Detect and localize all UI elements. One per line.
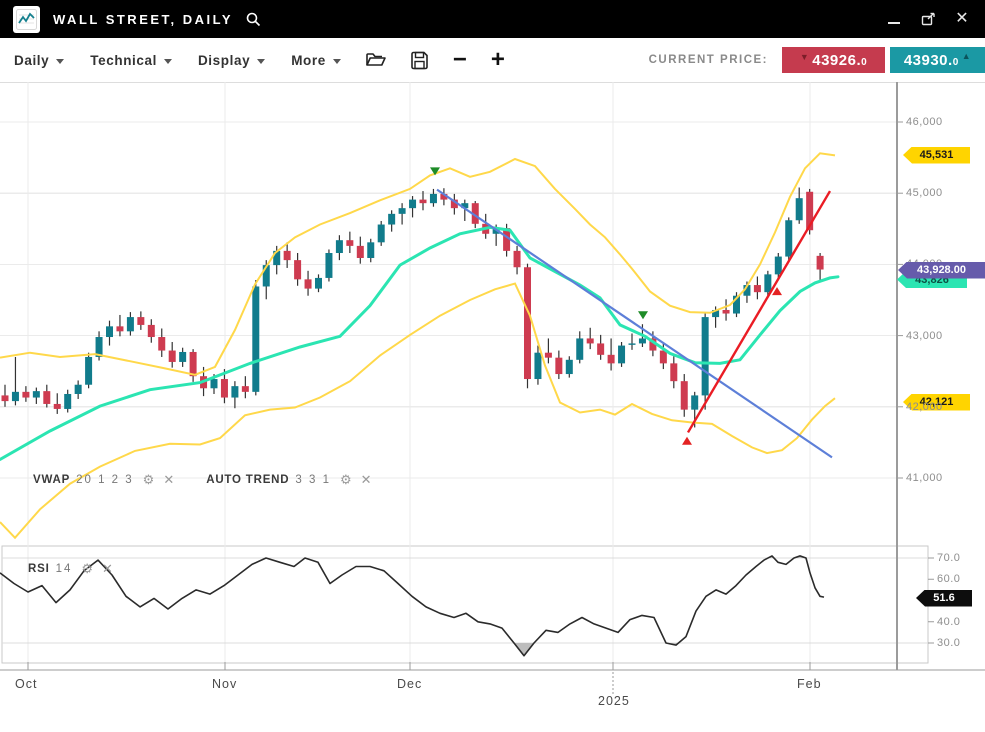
upper-band-price-tag: 45,531: [903, 147, 970, 164]
buy-price: 43930.: [904, 52, 953, 69]
rsi-indicator-params: 14: [56, 563, 73, 575]
trading-app-window: WALL STREET, DAILY ✕ Daily: [0, 0, 985, 732]
display-dropdown-label: Display: [198, 53, 250, 68]
buy-price-button[interactable]: 43930.0▲: [890, 47, 985, 73]
sell-price: 43926.: [812, 52, 861, 69]
chevron-down-icon: [257, 59, 265, 64]
current-price-label: CURRENT PRICE:: [649, 54, 768, 66]
more-dropdown-label: More: [291, 53, 326, 68]
search-icon[interactable]: [245, 11, 262, 28]
remove-indicator-icon[interactable]: ✕: [163, 472, 174, 488]
autotrend-indicator-params: 3 3 1: [295, 474, 331, 486]
vwap-indicator-row: VWAP 20 1 2 3 ⚙ ✕ AUTO TREND 3 3 1 ⚙ ✕: [33, 472, 372, 488]
remove-indicator-icon[interactable]: ✕: [361, 472, 372, 488]
month-label: Nov: [212, 677, 237, 691]
chevron-down-icon: [164, 59, 172, 64]
autotrend-indicator-label: AUTO TREND: [206, 474, 289, 486]
price-axis-label: 43,000: [906, 330, 943, 342]
chevron-down-icon: [333, 59, 341, 64]
chart-canvas[interactable]: [0, 82, 985, 732]
display-dropdown[interactable]: Display: [198, 53, 265, 68]
rsi-axis-label: 40.0: [937, 616, 960, 628]
timeframe-dropdown[interactable]: Daily: [14, 53, 64, 68]
last-price-tag: 43,928.00: [898, 262, 985, 279]
chevron-down-icon: [56, 59, 64, 64]
window-controls: ✕: [885, 10, 971, 28]
gear-icon[interactable]: ⚙: [340, 472, 352, 488]
gear-icon[interactable]: ⚙: [81, 561, 93, 577]
rsi-indicator-label: RSI: [28, 563, 50, 575]
month-label: Feb: [797, 677, 822, 691]
titlebar: WALL STREET, DAILY ✕: [0, 0, 985, 38]
zoom-in-button[interactable]: +: [491, 50, 505, 70]
gear-icon[interactable]: ⚙: [143, 472, 155, 488]
toolbar: Daily Technical Display More: [0, 38, 985, 83]
technical-dropdown-label: Technical: [90, 53, 157, 68]
chart-area: VWAP 20 1 2 3 ⚙ ✕ AUTO TREND 3 3 1 ⚙ ✕ R…: [0, 82, 985, 732]
price-axis-label: 42,000: [906, 401, 943, 413]
zoom-out-button[interactable]: −: [453, 50, 467, 70]
minimize-button[interactable]: [885, 10, 903, 28]
year-label: 2025: [598, 694, 630, 708]
vwap-indicator-label: VWAP: [33, 474, 70, 486]
rsi-axis-label: 70.0: [937, 552, 960, 564]
arrow-up-icon: ▲: [962, 51, 971, 61]
window-title: WALL STREET, DAILY: [53, 12, 233, 27]
remove-indicator-icon[interactable]: ✕: [102, 561, 113, 577]
more-dropdown[interactable]: More: [291, 53, 341, 68]
timeframe-dropdown-label: Daily: [14, 53, 49, 68]
popout-button[interactable]: [919, 10, 937, 28]
price-axis-label: 46,000: [906, 116, 943, 128]
vwap-indicator-params: 20 1 2 3: [76, 474, 134, 486]
technical-dropdown[interactable]: Technical: [90, 53, 172, 68]
open-folder-icon[interactable]: [365, 51, 386, 69]
arrow-down-icon: ▼: [800, 52, 809, 62]
rsi-axis-label: 30.0: [937, 637, 960, 649]
sell-price-button[interactable]: ▼43926.0: [782, 47, 885, 73]
close-button[interactable]: ✕: [953, 10, 971, 28]
price-axis-label: 45,000: [906, 187, 943, 199]
month-label: Oct: [15, 677, 37, 691]
app-chart-icon: [13, 6, 40, 33]
rsi-value-tag: 51.6: [916, 590, 972, 607]
price-axis-label: 41,000: [906, 472, 943, 484]
month-label: Dec: [397, 677, 422, 691]
current-price-area: CURRENT PRICE: ▼43926.0 43930.0▲: [649, 47, 985, 73]
save-icon[interactable]: [410, 51, 429, 70]
rsi-axis-label: 60.0: [937, 573, 960, 585]
rsi-indicator-row: RSI 14 ⚙ ✕: [28, 561, 113, 577]
